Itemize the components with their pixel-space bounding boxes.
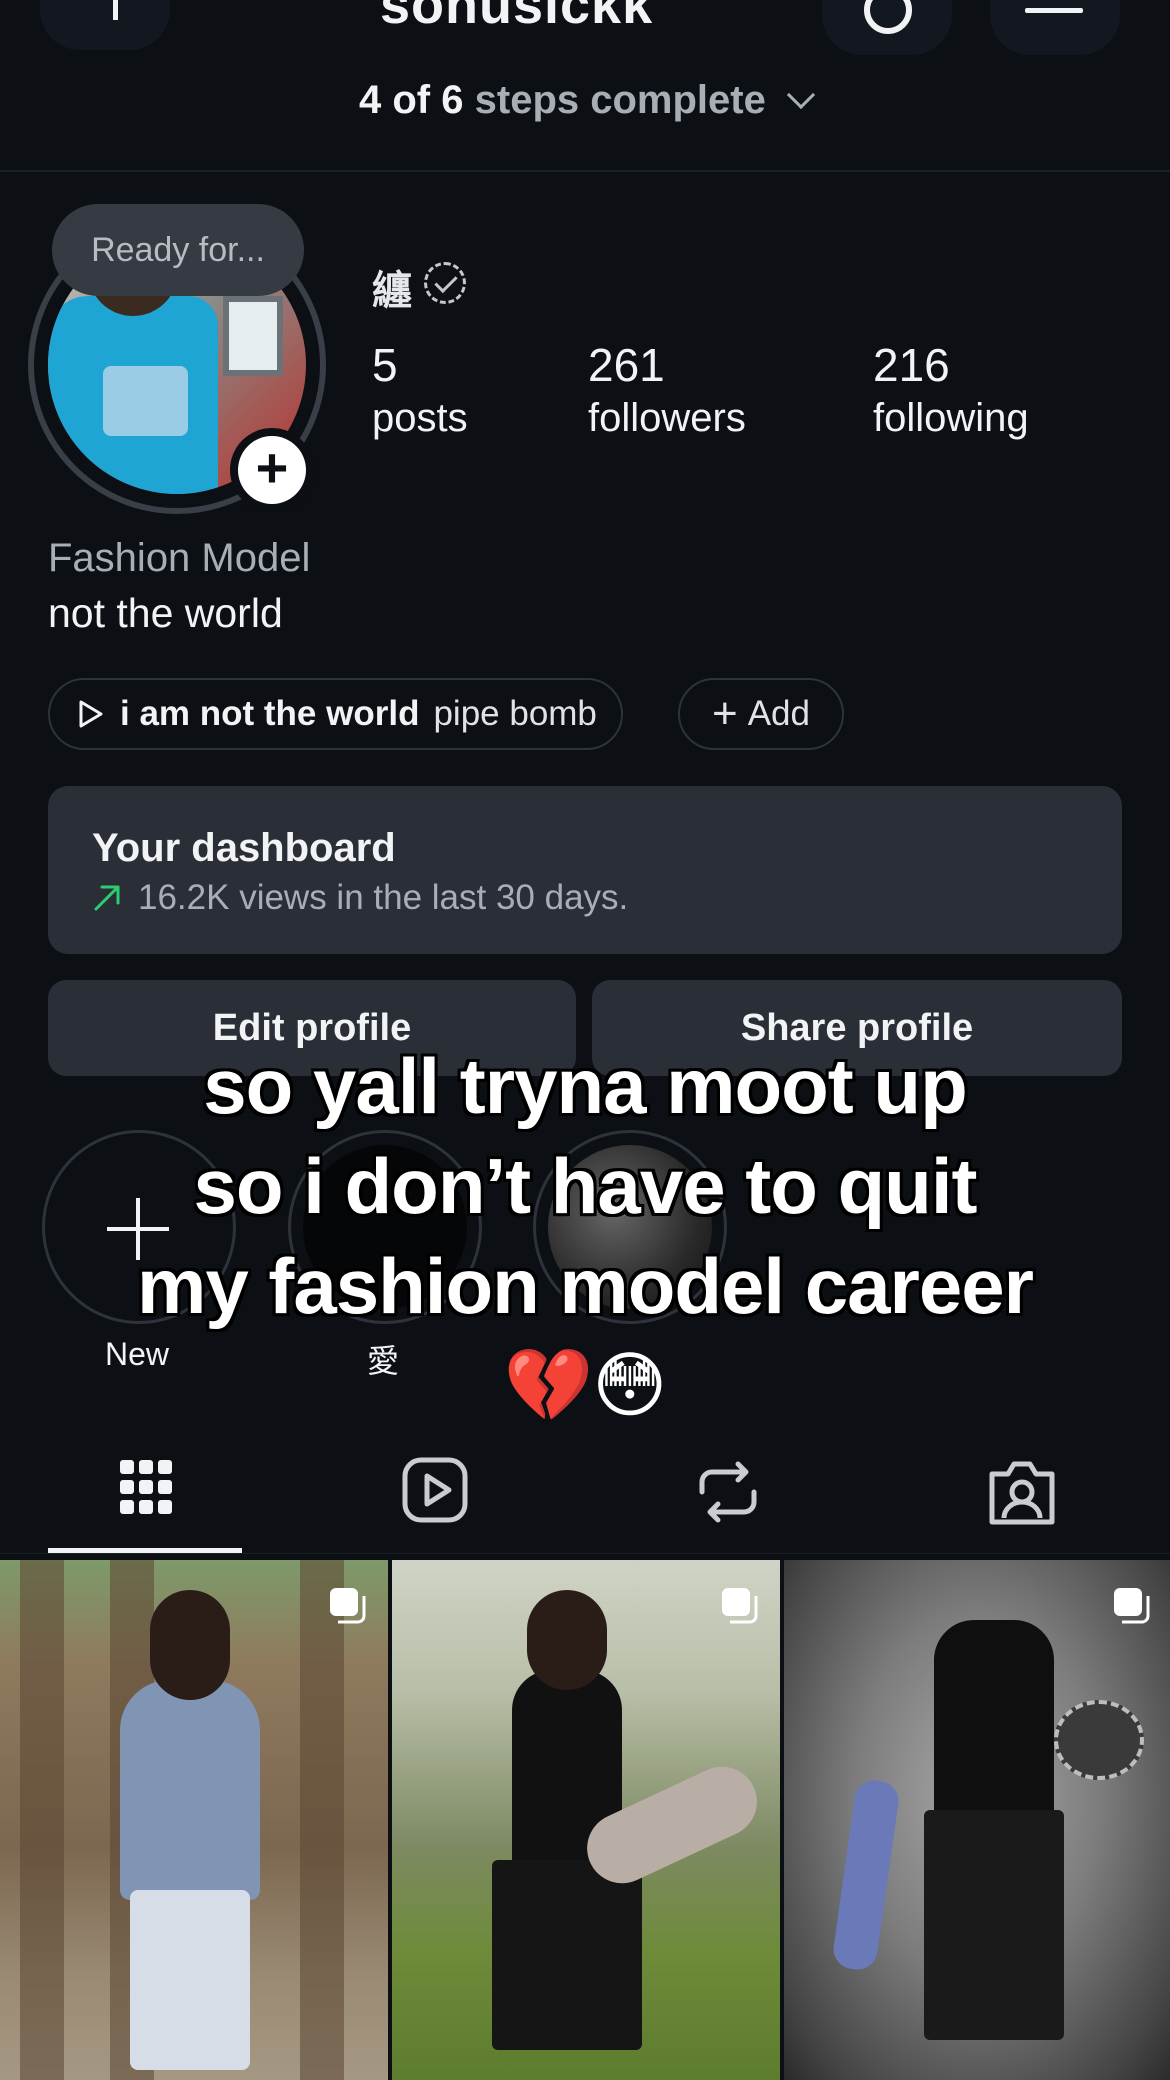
dashboard-title: Your dashboard — [92, 826, 396, 870]
reels-icon[interactable] — [397, 1452, 477, 1532]
stat-followers[interactable]: 261 followers — [588, 338, 746, 441]
username-header[interactable]: sonusickk — [380, 0, 653, 36]
stat-following[interactable]: 216 following — [873, 338, 1029, 441]
hamburger-icon — [1025, 8, 1083, 13]
post-person-legs — [492, 1860, 642, 2050]
profile-music-chip[interactable]: i am not the world pipe bomb — [48, 678, 623, 750]
add-label: Add — [747, 694, 810, 733]
tab-divider — [0, 1553, 1170, 1554]
reposts-icon[interactable] — [688, 1452, 768, 1532]
steps-count: 4 of 6 — [359, 78, 464, 122]
profile-category: Fashion Model — [48, 536, 311, 580]
professional-dashboard[interactable]: Your dashboard 16.2K views in the last 3… — [48, 786, 1122, 954]
plus-icon — [113, 0, 118, 20]
stat-following-value: 216 — [873, 339, 950, 391]
stat-followers-label: followers — [588, 396, 746, 440]
stat-posts-label: posts — [372, 396, 468, 440]
threads-icon — [864, 0, 912, 34]
post-person-legs — [924, 1810, 1064, 2040]
verified-badge-icon[interactable] — [424, 262, 466, 304]
caption-line: so yall tryna moot up — [203, 1042, 967, 1130]
plus-icon: + — [712, 689, 738, 738]
carousel-icon — [722, 1588, 758, 1624]
post-fence — [20, 1560, 64, 2080]
post-thumbnail[interactable] — [784, 1560, 1170, 2080]
threads-button[interactable] — [822, 0, 952, 55]
plus-icon: + — [238, 436, 306, 504]
post-fence — [300, 1560, 344, 2080]
post-person-head — [150, 1590, 230, 1700]
post-person — [120, 1680, 260, 1900]
dashboard-subtitle: 16.2K views in the last 30 days. — [92, 878, 628, 918]
post-guitar — [830, 1777, 902, 1973]
post-person-legs — [130, 1890, 250, 2070]
avatar-shirt-print — [103, 366, 188, 436]
chevron-down-icon — [786, 80, 816, 110]
caption-emoji: 💔😳 — [503, 1346, 668, 1426]
top-bar: sonusickk — [0, 0, 1170, 60]
stat-posts-value: 5 — [372, 339, 398, 391]
profile-name: 纏 — [372, 269, 412, 313]
tagged-icon[interactable] — [982, 1452, 1062, 1532]
note-bubble[interactable]: Ready for... — [52, 204, 304, 296]
caption-line: my fashion model career — [136, 1242, 1034, 1330]
avatar-background — [223, 296, 283, 376]
post-person-head — [527, 1590, 607, 1690]
music-artist: pipe bomb — [433, 694, 597, 733]
post-thumbnail[interactable] — [392, 1560, 780, 2080]
stat-followers-value: 261 — [588, 339, 665, 391]
menu-button[interactable] — [990, 0, 1120, 55]
grid-icon[interactable] — [106, 1452, 186, 1532]
play-icon — [79, 700, 103, 728]
post-person — [934, 1620, 1054, 1820]
caption-line: so i don’t have to quit — [193, 1142, 978, 1230]
carousel-icon — [330, 1588, 366, 1624]
stat-following-label: following — [873, 396, 1029, 440]
video-caption-overlay: so yall tryna moot up so i don’t have to… — [0, 1036, 1170, 1436]
post-chain — [1054, 1700, 1144, 1780]
create-button[interactable] — [40, 0, 170, 50]
steps-label: steps complete — [474, 78, 766, 122]
profile-steps-progress[interactable]: 4 of 6 steps complete — [0, 78, 1170, 123]
profile-bio: not the world — [48, 590, 283, 636]
trend-up-arrow-icon — [94, 885, 120, 911]
carousel-icon — [1114, 1588, 1150, 1624]
dashboard-views-text: 16.2K views in the last 30 days. — [138, 878, 629, 917]
header-divider — [0, 170, 1170, 172]
stat-posts[interactable]: 5 posts — [372, 338, 468, 441]
music-title: i am not the world — [120, 694, 420, 733]
add-story-button[interactable]: + — [230, 428, 314, 512]
add-link-button[interactable]: + Add — [678, 678, 844, 750]
post-thumbnail[interactable] — [0, 1560, 388, 2080]
